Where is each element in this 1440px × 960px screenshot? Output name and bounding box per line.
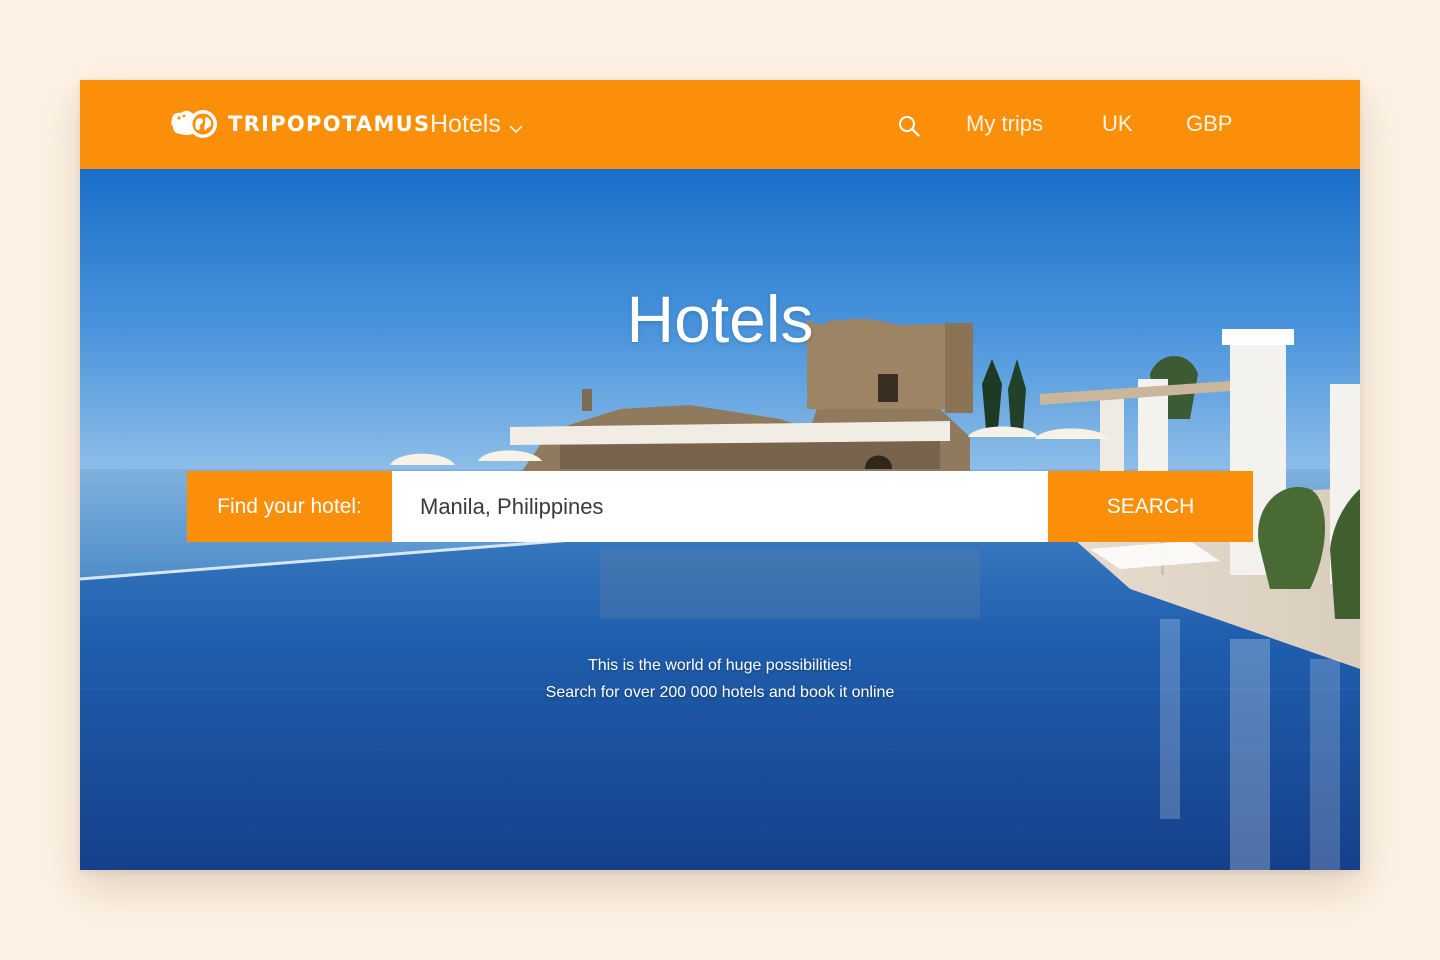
top-header: TRIPOPOTAMUS Hotels My trips UK GBP <box>80 80 1360 169</box>
destination-input[interactable] <box>392 471 1048 542</box>
hero-section: Hotels Find your hotel: SEARCH This is t… <box>80 169 1360 870</box>
nav-my-trips[interactable]: My trips <box>966 111 1043 137</box>
chevron-down-icon <box>509 124 523 133</box>
search-label: Find your hotel: <box>187 471 392 542</box>
search-icon[interactable] <box>898 115 920 137</box>
tagline-primary: This is the world of huge possibilities! <box>587 657 853 674</box>
nav-country-selector[interactable]: UK <box>1102 111 1133 137</box>
nav-currency-selector[interactable]: GBP <box>1186 111 1232 137</box>
page-title: Hotels <box>626 282 814 356</box>
brand-name: TRIPOPOTAMUS <box>228 112 431 136</box>
hotel-search-form: Find your hotel: SEARCH <box>187 471 1253 542</box>
product-dropdown[interactable]: Hotels <box>430 110 523 139</box>
product-dropdown-label: Hotels <box>430 110 501 138</box>
browser-window: TRIPOPOTAMUS Hotels My trips UK GBP Hote… <box>80 80 1360 870</box>
search-button[interactable]: SEARCH <box>1048 471 1253 542</box>
brand-logo[interactable]: TRIPOPOTAMUS <box>170 106 430 142</box>
hippo-globe-logo-icon <box>171 110 217 138</box>
tagline-secondary: Search for over 200 000 hotels and book … <box>545 684 895 701</box>
